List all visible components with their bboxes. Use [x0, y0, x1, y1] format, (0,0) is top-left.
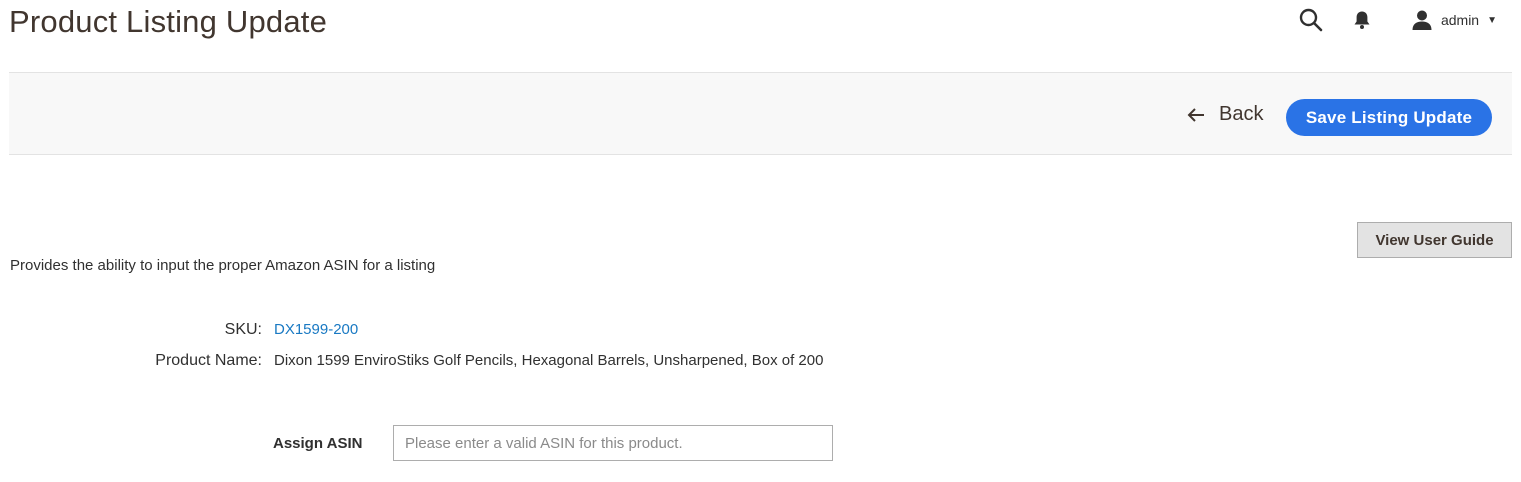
back-button[interactable]: Back	[1187, 103, 1263, 126]
user-menu[interactable]: admin ▼	[1411, 9, 1497, 31]
save-listing-update-button[interactable]: Save Listing Update	[1286, 99, 1492, 136]
chevron-down-icon: ▼	[1487, 14, 1497, 26]
product-name-label-container: Product Name:	[0, 352, 262, 370]
arrow-left-icon	[1187, 107, 1205, 122]
bell-icon[interactable]	[1353, 10, 1371, 30]
header-actions: admin ▼	[1299, 6, 1497, 34]
product-name-value: Dixon 1599 EnviroStiks Golf Pencils, Hex…	[274, 352, 824, 369]
page-actions-bar: Back Save Listing Update	[9, 72, 1512, 155]
user-icon	[1411, 9, 1433, 31]
search-icon[interactable]	[1299, 8, 1323, 32]
assign-asin-label: Assign ASIN	[273, 435, 363, 452]
product-name-label: Product Name:	[155, 352, 262, 369]
sku-label: SKU:	[224, 321, 262, 338]
asin-input[interactable]	[393, 425, 833, 461]
back-label: Back	[1219, 103, 1264, 125]
page-description: Provides the ability to input the proper…	[10, 257, 436, 274]
user-name: admin	[1440, 12, 1480, 28]
sku-label-container: SKU:	[0, 321, 262, 339]
page-title: Product Listing Update	[9, 4, 328, 39]
view-user-guide-button[interactable]: View User Guide	[1357, 222, 1512, 258]
sku-link[interactable]: DX1599-200	[274, 321, 358, 338]
